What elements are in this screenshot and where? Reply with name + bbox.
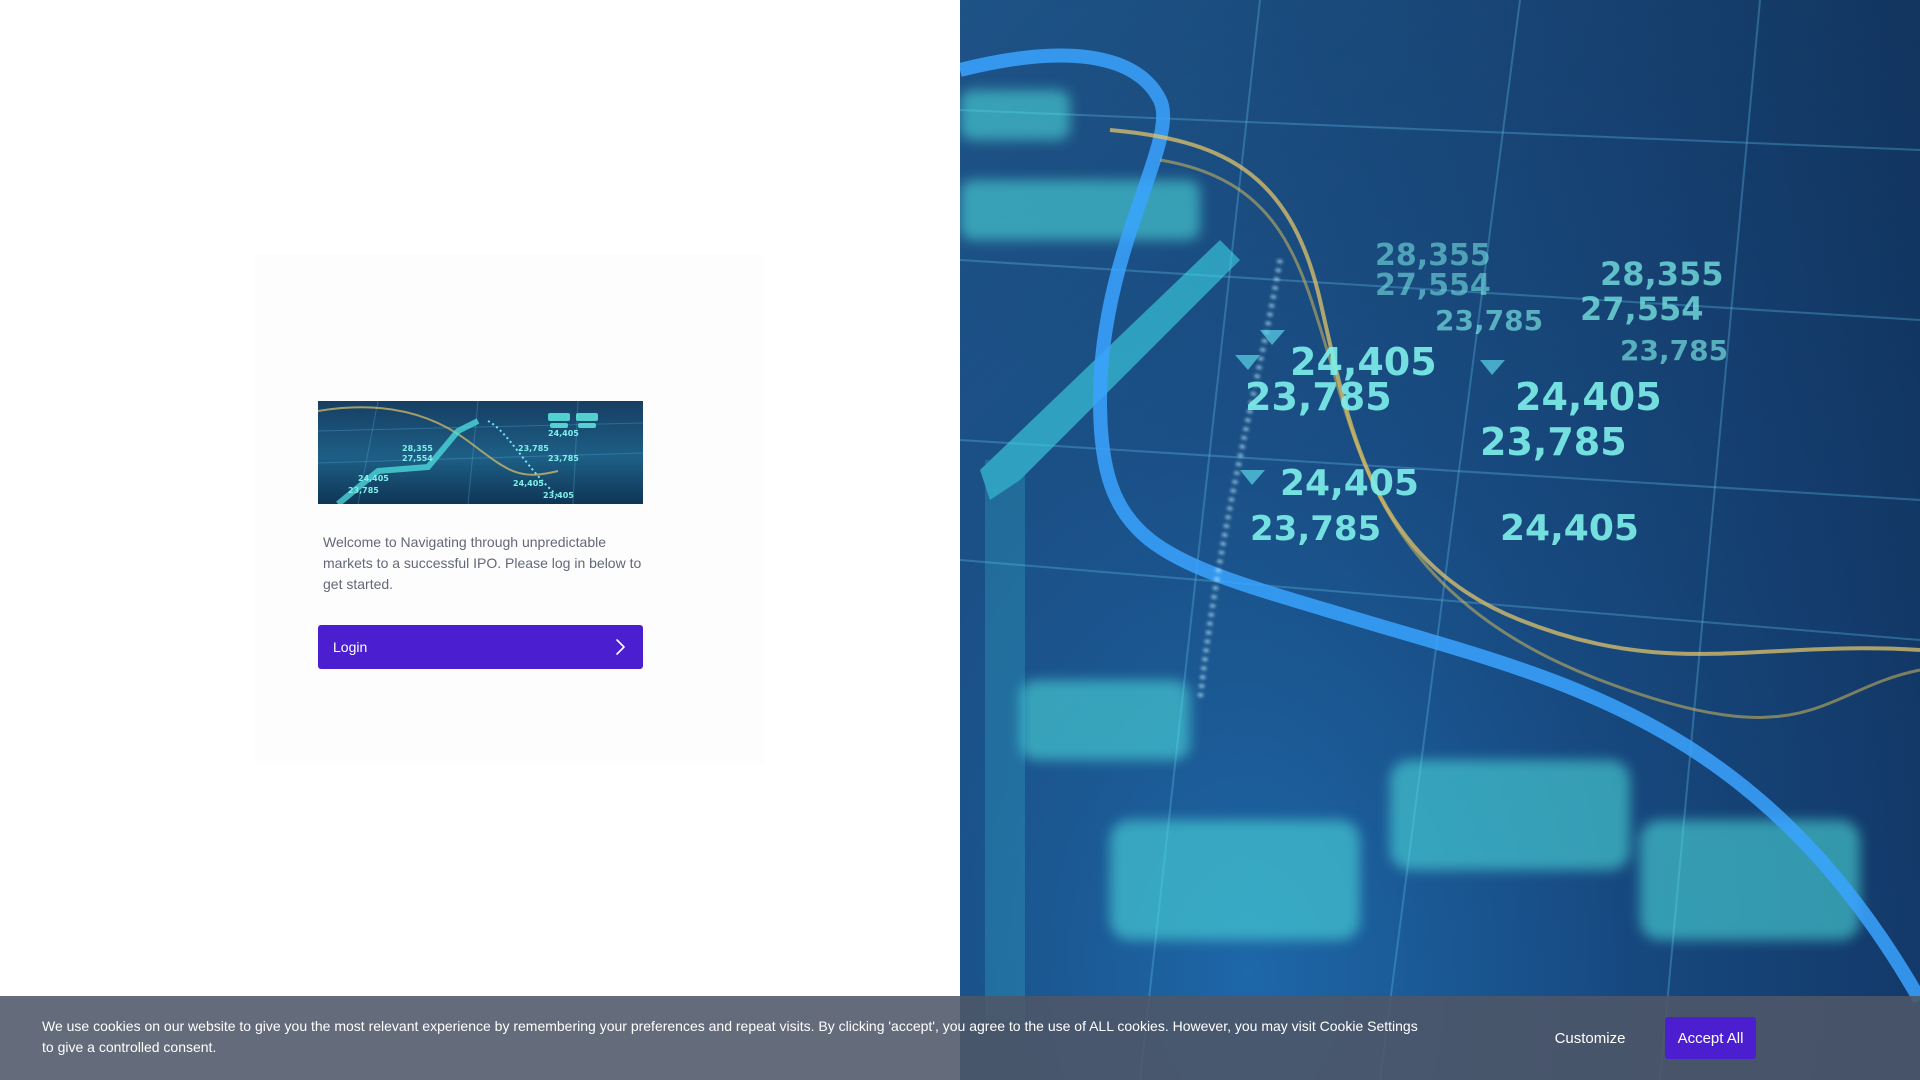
svg-text:24,405: 24,405 — [513, 479, 544, 488]
svg-text:23,785: 23,785 — [1250, 509, 1381, 549]
svg-text:23,785: 23,785 — [518, 444, 549, 453]
svg-text:23,785: 23,785 — [1620, 334, 1728, 367]
login-button[interactable]: Login — [318, 625, 643, 669]
login-card — [254, 254, 764, 764]
login-button-label: Login — [333, 639, 368, 655]
svg-text:23,785: 23,785 — [1435, 304, 1543, 337]
customize-button[interactable]: Customize — [1540, 1018, 1640, 1058]
svg-text:23,785: 23,785 — [1245, 375, 1392, 419]
svg-text:27,554: 27,554 — [402, 454, 433, 463]
cookie-message: We use cookies on our website to give yo… — [42, 1018, 1418, 1055]
card-banner-image: 24,405 23,785 23,785 28,355 27,554 24,40… — [318, 401, 643, 504]
svg-text:27,554: 27,554 — [1580, 290, 1703, 328]
svg-text:24,405: 24,405 — [1515, 375, 1662, 419]
svg-text:24,405: 24,405 — [548, 429, 579, 438]
cookie-consent-banner: We use cookies on our website to give yo… — [0, 996, 1920, 1080]
chevron-right-icon — [616, 639, 625, 655]
login-panel: 24,405 23,785 23,785 28,355 27,554 24,40… — [0, 0, 960, 1080]
hero-image: 28,355 27,554 28,355 27,554 23,785 23,78… — [960, 0, 1920, 1080]
svg-text:23,785: 23,785 — [548, 454, 579, 463]
svg-text:28,355: 28,355 — [402, 444, 433, 453]
svg-text:24,405: 24,405 — [1280, 463, 1419, 504]
banner-graphic: 24,405 23,785 23,785 28,355 27,554 24,40… — [318, 401, 643, 504]
svg-text:28,355: 28,355 — [1600, 255, 1723, 293]
hero-graphic: 28,355 27,554 28,355 27,554 23,785 23,78… — [960, 0, 1920, 1080]
svg-text:23,405: 23,405 — [543, 491, 574, 500]
accept-all-button[interactable]: Accept All — [1665, 1017, 1756, 1059]
welcome-message: Welcome to Navigating through unpredicta… — [323, 534, 642, 592]
svg-text:24,405: 24,405 — [1500, 508, 1639, 549]
login-page: 24,405 23,785 23,785 28,355 27,554 24,40… — [0, 0, 1920, 1080]
svg-text:24,405: 24,405 — [358, 474, 389, 483]
svg-text:23,785: 23,785 — [1480, 420, 1627, 464]
svg-text:23,785: 23,785 — [348, 486, 379, 495]
svg-text:27,554: 27,554 — [1375, 268, 1491, 303]
